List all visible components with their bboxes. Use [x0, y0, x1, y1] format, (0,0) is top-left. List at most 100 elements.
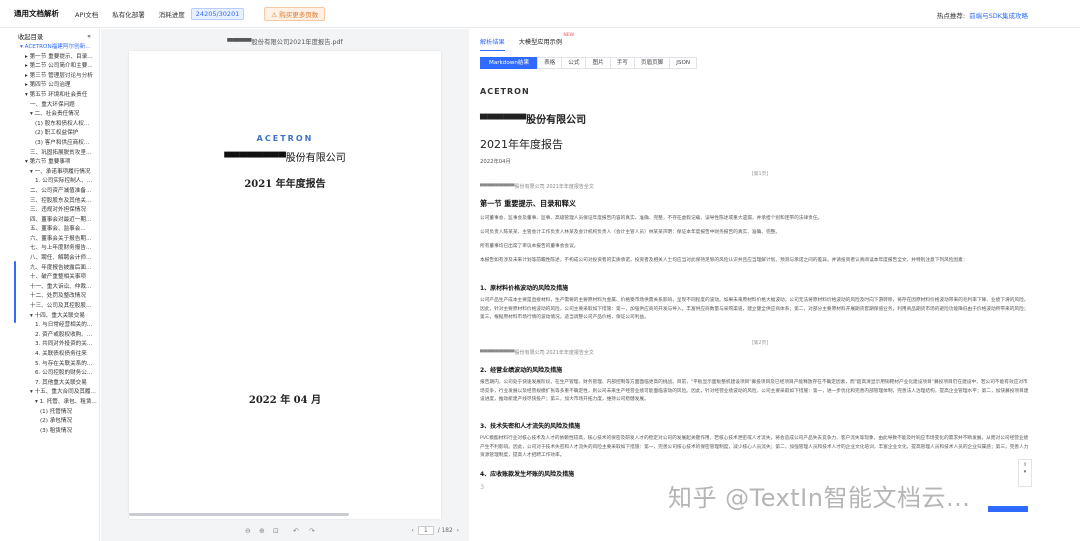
toc-item[interactable]: 三、巩固拓展脱贫攻坚...: [0, 149, 99, 159]
para-5: 公司产品生产成本主要是直接材料，生产需要的主要原材料为金属、价格受市场供需关系影…: [480, 298, 1029, 320]
format-tabs: Markdown结果 表格 公式 图片 手写 页眉页脚 JSON: [480, 57, 698, 69]
new-badge: NEW: [563, 33, 575, 38]
subtab-header-footer[interactable]: 页眉页脚: [633, 57, 671, 69]
tab-llm-demo-label: 大模型应用示例: [518, 39, 563, 46]
rotate-right-icon[interactable]: ↷: [309, 527, 315, 535]
doc-logo: ACETRON: [480, 87, 530, 96]
toc-item[interactable]: 三、违规对外担保情况: [0, 206, 99, 216]
doc-running-header-2: ▀▀▀▀▀▀▀▀▀股份有限公司 2021年年度报告全文: [480, 350, 594, 356]
subtab-json[interactable]: JSON: [669, 57, 698, 69]
toc-item[interactable]: 三、控股股东及其他关...: [0, 197, 99, 207]
page-marker-2: [第2页]: [751, 341, 769, 346]
nav-api-docs[interactable]: API文档: [75, 9, 98, 19]
toc-item[interactable]: ▾ 1. 托管、承包、租赁...: [0, 398, 99, 408]
toc-item[interactable]: 6. 公司控股的财务公...: [0, 369, 99, 379]
buy-more-label: 购买更多页数: [279, 10, 319, 19]
toc-item[interactable]: ▾ 第五节 环境和社会责任: [0, 91, 99, 101]
para-4: 本报告如有涉及未来计划等前瞻性陈述，不构成公司对投资者的实质承诺，投资者及相关人…: [480, 258, 968, 263]
toc-item[interactable]: ▸ 第二节 公司简介和主要...: [0, 62, 99, 72]
risk-1-heading: 1、原材料价格波动的风险及措施: [480, 285, 569, 292]
toc-item[interactable]: ▾ 第六节 重要事项: [0, 158, 99, 168]
toc-item[interactable]: 5. 与存在关联关系的...: [0, 360, 99, 370]
result-pane: 解析结果 大模型应用示例 NEW Markdown结果 表格 公式 图片 手写 …: [470, 29, 1080, 541]
pdf-toolbar: ⊖ ⊕ ⊡ ↶ ↷ ‹ 1 / 182 ›: [101, 526, 469, 540]
pdf-filename: ▀▀▀▀▀股份有限公司2021年度报告.pdf: [227, 39, 343, 46]
toc-item[interactable]: (3) 租赁情况: [0, 427, 99, 437]
toc-item[interactable]: (2) 职工权益保护: [0, 129, 99, 139]
page-input[interactable]: 1: [417, 526, 434, 535]
hot-label: 热点推荐:: [936, 12, 966, 20]
para-6: 报告期内，公司处于快速发展阶段，在生产管理、财务管理、内部控制等方面面临更高的挑…: [480, 380, 1029, 402]
subtab-markdown[interactable]: Markdown结果: [480, 57, 539, 69]
toc-item[interactable]: 四、董事会对最近一期...: [0, 216, 99, 226]
app-title: 通用文档解析: [14, 9, 59, 18]
toc-item[interactable]: 七、与上年度财务报告...: [0, 244, 99, 254]
toc-item[interactable]: ▾ ACETRON福建阿尔创新...: [0, 43, 99, 53]
watermark: 知乎 @TextIn智能文档云...: [668, 484, 971, 512]
tab-llm-demo[interactable]: 大模型应用示例 NEW: [518, 33, 574, 51]
next-page-icon[interactable]: ›: [457, 528, 459, 534]
doc-company: ▀▀▀▀▀▀股份有限公司: [480, 115, 587, 126]
rotate-left-icon[interactable]: ↶: [293, 527, 299, 535]
doc-report-title: 2021年年度报告: [480, 138, 563, 151]
nav-private-deploy[interactable]: 私有化部署: [112, 9, 145, 19]
toc-sidebar: 收起目录 « ▾ ACETRON福建阿尔创新... ▸ 第一节 重要提示、目录..…: [0, 29, 100, 541]
top-bar: 通用文档解析 API文档 私有化部署 消耗进度 24205/30201 ⚠ 购买…: [0, 0, 1080, 28]
subtab-table[interactable]: 表格: [537, 57, 563, 69]
para-1: 公司董事会、监事会及董事、监事、高级管理人员保证年度报告内容的真实、准确、完整，…: [480, 216, 823, 221]
toc-item[interactable]: (1) 股东和债权人权...: [0, 120, 99, 130]
doc-date: 2022年04月: [480, 159, 511, 165]
toc-item[interactable]: 7. 其他重大关联交易: [0, 379, 99, 389]
toc-item[interactable]: 二、公司资产减值准备...: [0, 187, 99, 197]
toc-item[interactable]: ▾ 一、承诺事项履行情况: [0, 168, 99, 178]
risk-4-heading: 4、应收账款发生坏账的风险及措施: [480, 471, 575, 478]
page-marker-1: [第1页]: [751, 172, 769, 177]
toc-item[interactable]: (1) 托管情况: [0, 408, 99, 418]
subtab-image[interactable]: 图片: [585, 57, 611, 69]
para-7: PVC模酯材料行业对核心技术及人才的依赖性较高，核心技术的保密及研发人才的稳定对…: [480, 436, 1029, 458]
toc-item[interactable]: ▾ 二、社会责任情况: [0, 110, 99, 120]
buy-more-button[interactable]: ⚠ 购买更多页数: [264, 6, 326, 21]
prev-page-icon[interactable]: ‹: [411, 528, 413, 534]
subtab-formula[interactable]: 公式: [561, 57, 587, 69]
fit-icon[interactable]: ⊡: [273, 527, 279, 535]
zoom-out-icon[interactable]: ⊖: [245, 527, 251, 535]
pdf-viewer: ▀▀▀▀▀股份有限公司2021年度报告.pdf ACETRON ▀▀▀▀▀▀▀▀…: [101, 29, 469, 541]
doc-running-header: ▀▀▀▀▀▀▀▀▀股份有限公司 2021年年度报告全文: [480, 184, 594, 190]
para-2: 公司负责人陈某某、主管会计工作负责人林某及会计机构负责人（会计主管人员）林某某声…: [480, 230, 781, 235]
para-3: 所有董事均已出席了审议本报告的董事会会议。: [480, 244, 579, 249]
tab-parse-result[interactable]: 解析结果: [480, 37, 505, 51]
toc-list: ▾ ACETRON福建阿尔创新... ▸ 第一节 重要提示、目录... ▸ 第二节 …: [0, 43, 99, 436]
double-chevron-left-icon[interactable]: «: [87, 33, 91, 40]
subtab-handwriting[interactable]: 手写: [609, 57, 635, 69]
toc-item[interactable]: 1. 公司实际控制人、...: [0, 177, 99, 187]
toc-item[interactable]: ▸ 第一节 重要提示、目录...: [0, 53, 99, 63]
toc-item[interactable]: 3. 共同对外投资的关...: [0, 340, 99, 350]
share-icon[interactable]: ⇪ ▾: [1018, 459, 1032, 487]
toc-scroll-indicator[interactable]: [14, 261, 16, 323]
risk-2-heading: 2、经营业绩波动的风险及措施: [480, 367, 563, 374]
zoom-in-icon[interactable]: ⊕: [259, 527, 265, 535]
toc-item[interactable]: 六、董事会关于报告期...: [0, 235, 99, 245]
bottom-accent: [988, 506, 1028, 512]
hot-recommend: 热点推荐: 前端与SDK集成攻略: [937, 10, 1028, 20]
pdf-logo: ACETRON: [256, 134, 314, 143]
toc-item[interactable]: 五、董事会、监事会...: [0, 225, 99, 235]
toc-item[interactable]: 4. 关联债权债务往来: [0, 350, 99, 360]
risk-3-heading: 3、技术失密和人才流失的风险及措施: [480, 423, 581, 430]
pdf-horizontal-scrollbar[interactable]: [129, 513, 349, 516]
toc-item[interactable]: ▸ 第三节 管理层讨论与分析: [0, 72, 99, 82]
nav-usage: 消耗进度: [158, 10, 185, 19]
toc-item[interactable]: 2. 资产或股权收购、...: [0, 331, 99, 341]
toc-item[interactable]: (2) 承包情况: [0, 417, 99, 427]
hot-link[interactable]: 前端与SDK集成攻略: [969, 12, 1028, 20]
page-navigator: ‹ 1 / 182 ›: [411, 526, 459, 535]
toc-item[interactable]: ▾ 十五、重大合同及其履...: [0, 388, 99, 398]
result-tabs: 解析结果 大模型应用示例 NEW: [480, 33, 576, 51]
toc-item[interactable]: (3) 客户和供应商权...: [0, 139, 99, 149]
collapse-toc-button[interactable]: 收起目录: [18, 32, 43, 41]
pdf-report-title: 2021 年年度报告: [244, 179, 326, 190]
toc-item[interactable]: ▸ 第四节 公司治理: [0, 81, 99, 91]
toc-item[interactable]: 一、重大环保问题: [0, 101, 99, 111]
pdf-page: ACETRON ▀▀▀▀▀▀▀▀股份有限公司 2021 年年度报告 2022 年…: [129, 51, 441, 519]
